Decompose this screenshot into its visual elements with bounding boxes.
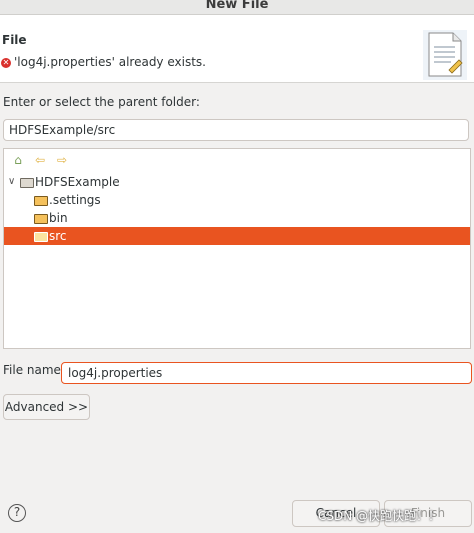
folder-icon [34, 196, 48, 206]
tree-item-label: HDFSExample [35, 175, 120, 189]
back-arrow-icon[interactable]: ⇦ [33, 153, 47, 167]
tree-item-label: .settings [49, 193, 101, 207]
dialog-header: File ✕ 'log4j.properties' already exists… [0, 15, 474, 83]
file-name-input[interactable] [61, 362, 472, 384]
document-icon [423, 30, 467, 80]
folder-icon [34, 232, 48, 242]
error-message: 'log4j.properties' already exists. [14, 55, 206, 69]
forward-arrow-icon[interactable]: ⇨ [55, 153, 69, 167]
tree-item-label: src [49, 229, 67, 243]
file-name-label: File name: [3, 363, 65, 377]
advanced-button[interactable]: Advanced >> [3, 394, 90, 420]
tree-item-bin[interactable]: bin [4, 209, 470, 227]
folder-tree[interactable]: ⌂ ⇦ ⇨ ∨ HDFSExample .settings bin src [3, 148, 471, 349]
tree-item-settings[interactable]: .settings [4, 191, 470, 209]
tree-item-label: bin [49, 211, 68, 225]
project-folder-icon [20, 178, 34, 188]
tree-item-src[interactable]: src [4, 227, 470, 245]
watermark: CSDN @快跑快跑！！ [318, 509, 441, 523]
home-icon[interactable]: ⌂ [11, 153, 25, 167]
parent-folder-input[interactable] [3, 119, 469, 141]
error-icon: ✕ [1, 58, 11, 68]
header-title: File [2, 33, 27, 47]
parent-folder-label: Enter or select the parent folder: [3, 95, 200, 109]
chevron-down-icon[interactable]: ∨ [8, 173, 15, 191]
help-icon[interactable]: ? [8, 504, 26, 522]
folder-icon [34, 214, 48, 224]
tree-item-hdfsexample[interactable]: ∨ HDFSExample [4, 173, 470, 191]
window-title: New File [205, 0, 269, 12]
title-bar: New File [0, 0, 474, 15]
